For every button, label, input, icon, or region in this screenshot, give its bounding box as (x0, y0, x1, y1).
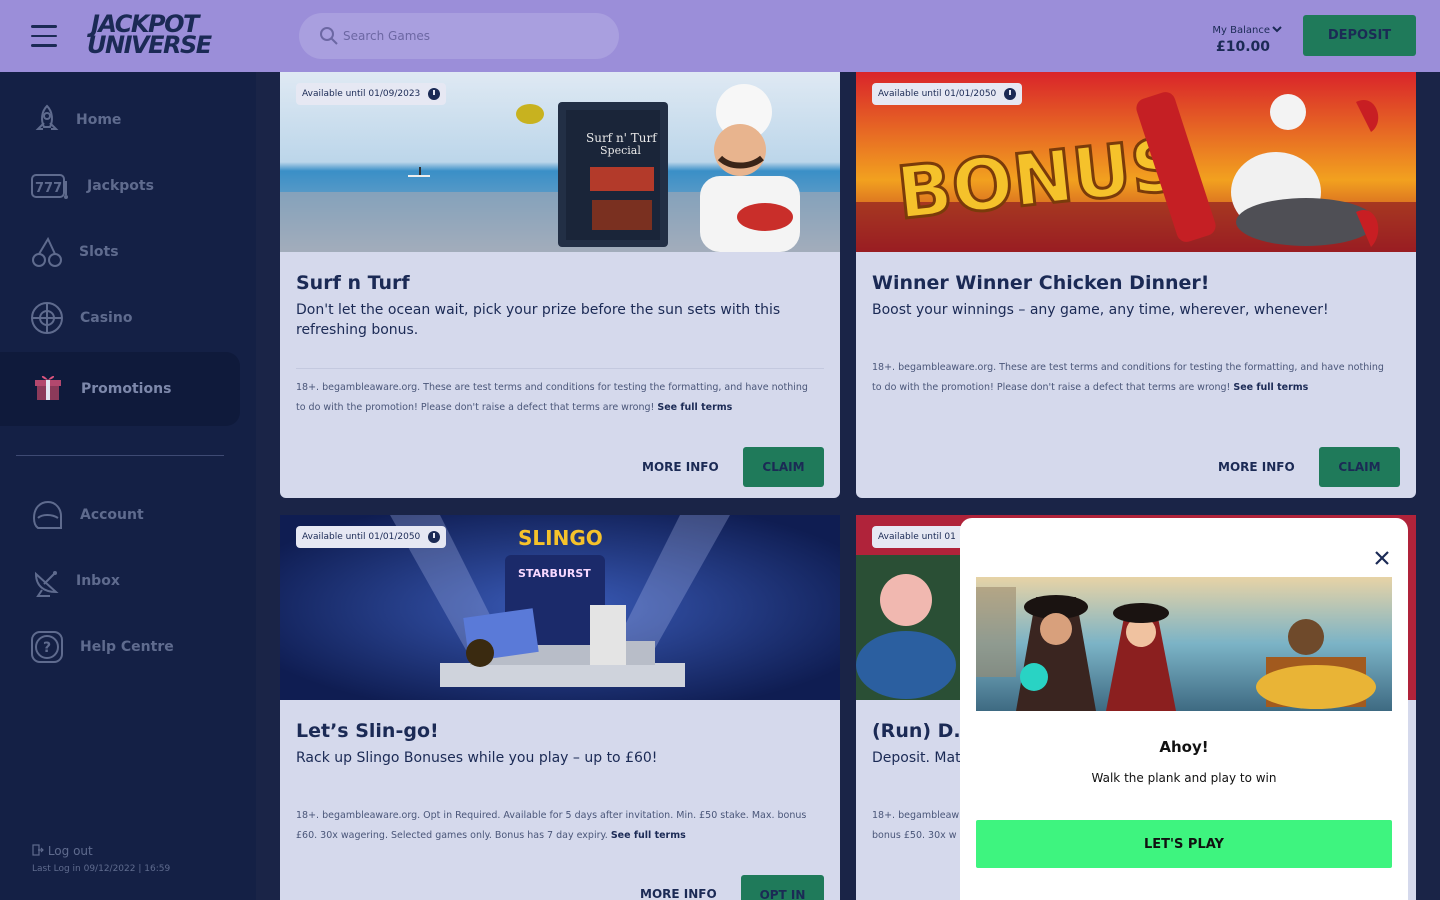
sidebar-item-label: Slots (79, 244, 119, 260)
promo-image: BONUS Available until 01/01/2050 (856, 72, 1416, 252)
cherry-icon (32, 236, 62, 267)
promo-popup: Ahoy! Walk the plank and play to win LET… (960, 518, 1408, 900)
terms-line-1: 18+. begambleaw (872, 810, 960, 821)
board-text-line-2: Special (600, 144, 641, 157)
top-bar: JACKPOT UNIVERSE My Balance £10.00 DEPOS… (0, 0, 1440, 72)
popup-subtitle: Walk the plank and play to win (1091, 771, 1277, 785)
promo-card-chicken-dinner: BONUS Available until 01/01/2050 Winner … (856, 72, 1416, 498)
clock-icon (428, 531, 441, 543)
sidebar-divider (16, 455, 224, 456)
sidebar-item-account[interactable]: Account (0, 482, 240, 548)
availability-text: Available until 01/09/2023 (302, 89, 421, 99)
sidebar-item-label: Casino (80, 310, 133, 326)
rocket-icon (35, 104, 59, 130)
last-login-text: Last Log in 09/12/2022 | 16:59 (32, 864, 171, 874)
promo-image: Surf n' Turf Special Available until 01/… (280, 72, 840, 252)
search-box[interactable] (299, 13, 619, 59)
helmet-icon (32, 500, 62, 529)
sidebar-item-home[interactable]: Home (0, 87, 240, 153)
claim-button[interactable]: CLAIM (743, 447, 824, 487)
availability-text: Available until 01 (878, 532, 956, 542)
gift-icon (35, 375, 61, 400)
logo[interactable]: JACKPOT UNIVERSE (87, 12, 237, 59)
logout-link[interactable]: Log out (32, 844, 93, 858)
availability-badge: Available until 01/01/2050 (872, 83, 1023, 105)
search-icon (320, 27, 338, 45)
svg-text:777: 777 (35, 181, 62, 196)
balance-value: £10.00 (1215, 39, 1270, 55)
sidebar: Home 777 Jackpots Slots Casino Promotion… (0, 72, 256, 900)
more-info-button[interactable]: MORE INFO (640, 887, 717, 900)
terms-text: 18+. begambleaware.org. Opt in Required.… (296, 810, 807, 841)
balance-dropdown[interactable]: My Balance £10.00 (1190, 18, 1282, 55)
sidebar-item-casino[interactable]: Casino (0, 285, 240, 351)
logout-label: Log out (47, 844, 93, 858)
svg-text:?: ? (43, 640, 51, 656)
promo-title: Winner Winner Chicken Dinner! (872, 272, 1210, 294)
sidebar-item-label: Account (80, 507, 144, 523)
availability-text: Available until 01/01/2050 (302, 532, 421, 542)
chevron-down-icon (1272, 26, 1282, 33)
slingo-image-text: SLINGO (518, 526, 603, 550)
see-full-terms-link[interactable]: See full terms (1233, 382, 1308, 393)
satellite-icon (34, 571, 59, 597)
clock-icon (428, 88, 441, 100)
sidebar-item-label: Help Centre (80, 639, 174, 655)
divider (296, 368, 824, 369)
menu-icon[interactable] (31, 25, 57, 47)
terms-line-2: bonus £50. 30x w (872, 830, 957, 841)
promo-description: Rack up Slingo Bonuses while you play – … (296, 750, 658, 766)
sidebar-item-promotions[interactable]: Promotions (0, 352, 240, 426)
claim-button[interactable]: CLAIM (1319, 447, 1400, 487)
sidebar-item-label: Promotions (81, 381, 172, 397)
promo-description: Boost your winnings – any game, any time… (872, 302, 1329, 318)
slot-777-icon: 777 (31, 174, 68, 199)
promo-terms: 18+. begambleaware.org. Opt in Required.… (296, 806, 816, 846)
promo-card-slingo: SLINGO STARBURST Available until 01/01/2… (280, 515, 840, 900)
sidebar-item-inbox[interactable]: Inbox (0, 548, 240, 614)
sidebar-item-label: Inbox (76, 573, 120, 589)
logo-line-2: UNIVERSE (87, 31, 212, 59)
availability-badge: Available until 01/09/2023 (296, 83, 447, 105)
logout-icon (32, 844, 44, 856)
promo-card-surf-n-turf: Surf n' Turf Special Available until 01/… (280, 72, 840, 498)
availability-badge: Available until 01/01/2050 (296, 526, 447, 548)
deposit-button[interactable]: DEPOSIT (1303, 15, 1416, 56)
promo-title: Let’s Slin-go! (296, 720, 439, 742)
availability-text: Available until 01/01/2050 (878, 89, 997, 99)
help-icon: ? (31, 631, 63, 663)
see-full-terms-link[interactable]: See full terms (611, 830, 686, 841)
close-icon[interactable] (1374, 550, 1390, 566)
more-info-button[interactable]: MORE INFO (1218, 460, 1295, 474)
sidebar-item-label: Home (76, 112, 122, 128)
popup-image (976, 577, 1392, 711)
sidebar-item-jackpots[interactable]: 777 Jackpots (0, 153, 240, 219)
lets-play-button[interactable]: LET'S PLAY (976, 820, 1392, 868)
promo-title: Surf n Turf (296, 272, 410, 294)
balance-label: My Balance (1212, 25, 1270, 36)
sidebar-item-slots[interactable]: Slots (0, 219, 240, 285)
roulette-icon (31, 302, 63, 334)
clock-icon (1004, 88, 1017, 100)
sidebar-item-label: Jackpots (87, 178, 154, 194)
more-info-button[interactable]: MORE INFO (642, 460, 719, 474)
promo-description: Don't let the ocean wait, pick your priz… (296, 302, 781, 338)
popup-title: Ahoy! (1159, 738, 1209, 756)
board-text-line-1: Surf n' Turf (586, 131, 658, 145)
promo-terms: 18+. begambleaware.org. These are test t… (872, 358, 1392, 398)
promo-terms: 18+. begambleaware.org. These are test t… (296, 378, 816, 418)
search-input[interactable] (343, 25, 603, 47)
starburst-image-text: STARBURST (518, 567, 591, 580)
see-full-terms-link[interactable]: See full terms (657, 402, 732, 413)
promo-image: SLINGO STARBURST Available until 01/01/2… (280, 515, 840, 700)
opt-in-button[interactable]: OPT IN (741, 875, 824, 900)
sidebar-item-help-centre[interactable]: ? Help Centre (0, 614, 240, 680)
